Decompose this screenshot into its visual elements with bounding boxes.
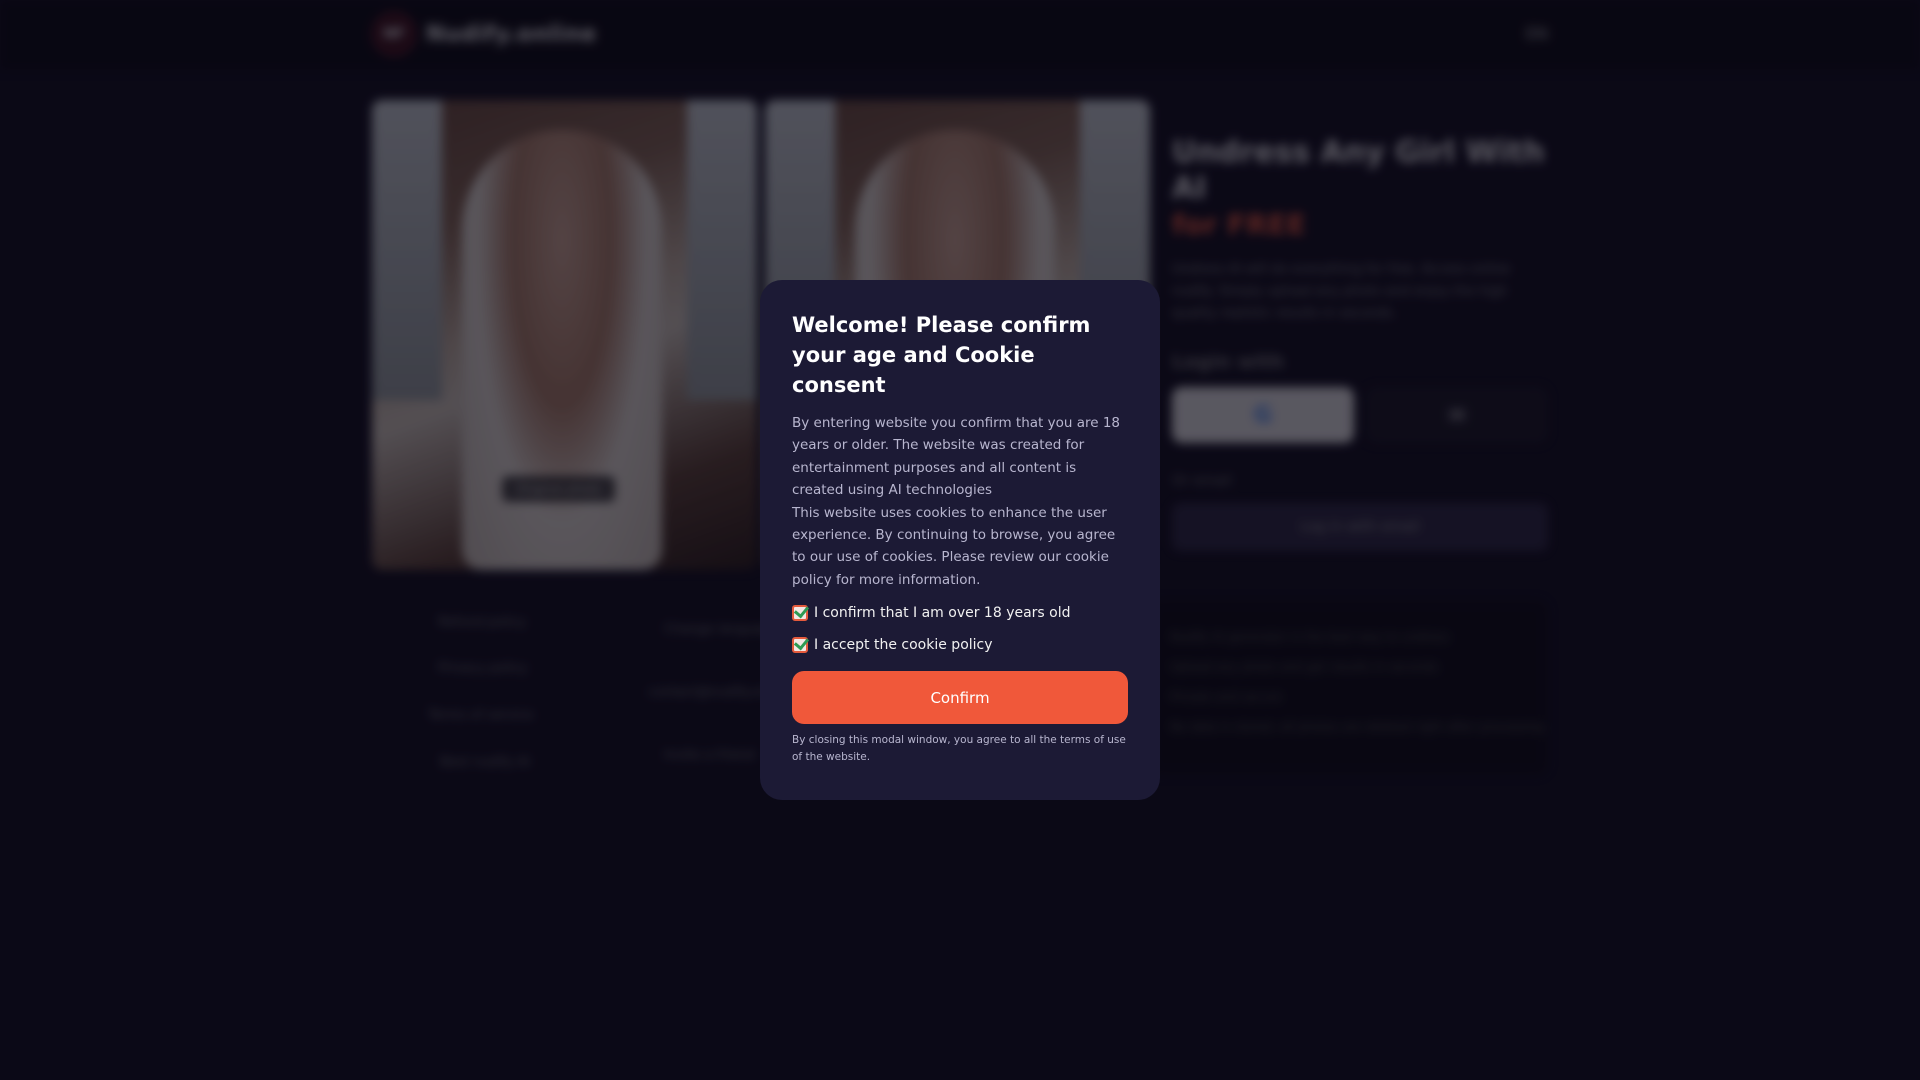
modal-title: Welcome! Please confirm your age and Coo… [792,313,1091,397]
cookie-disclaimer-text: This website uses cookies to enhance the… [792,504,1116,588]
age-confirm-label[interactable]: I confirm that I am over 18 years old [814,605,1071,621]
age-consent-modal: Welcome! Please confirm your age and Coo… [760,280,1160,800]
age-confirm-checkbox[interactable] [792,605,808,622]
confirm-button[interactable]: Confirm [792,671,1128,725]
cookie-accept-row[interactable]: I accept the cookie policy [792,637,1128,654]
page: NF Nudify.online EN Original photo Undre… [0,0,1920,1080]
modal-body: By entering website you confirm that you… [792,412,1128,591]
age-disclaimer-text: By entering website you confirm that you… [792,415,1121,499]
age-confirm-row[interactable]: I confirm that I am over 18 years old [792,605,1128,622]
modal-terms-note: By closing this modal window, you agree … [792,734,1126,764]
cookie-accept-label[interactable]: I accept the cookie policy [814,637,993,653]
cookie-accept-checkbox[interactable] [792,637,808,654]
